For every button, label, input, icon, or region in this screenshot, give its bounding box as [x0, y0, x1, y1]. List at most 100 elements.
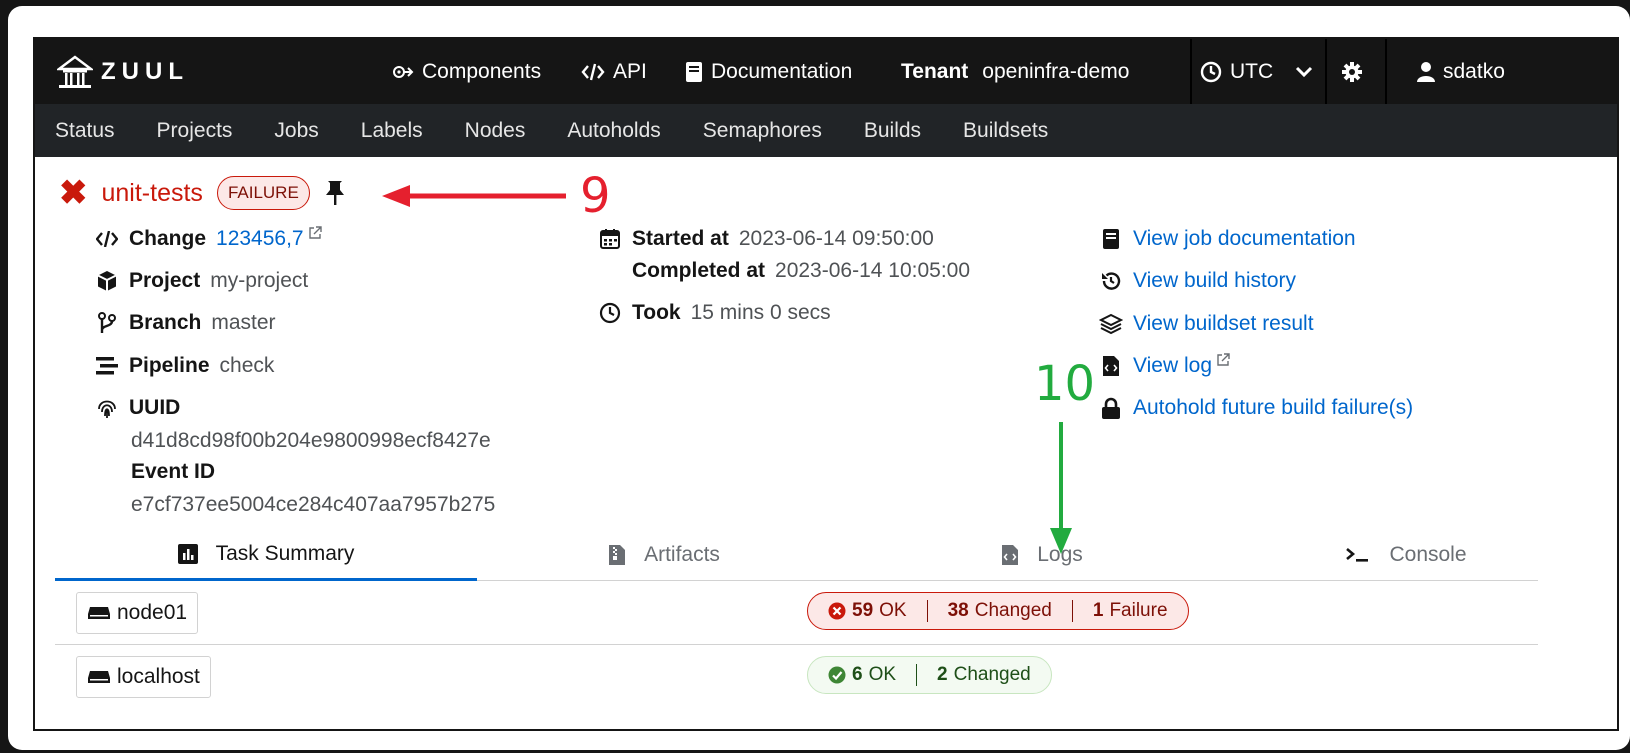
pipeline-label: Pipeline — [129, 354, 210, 377]
chevron-down-icon — [1296, 66, 1313, 77]
navbar-divider — [1385, 39, 1387, 104]
check-circle-icon — [828, 666, 846, 684]
external-link-icon[interactable] — [1216, 353, 1230, 367]
zuul-app: ZUUL Components API Documentation Tenant… — [33, 37, 1619, 731]
annotation-arrow-red — [382, 185, 566, 207]
pin-icon[interactable] — [324, 179, 346, 207]
localhost-task-counts: 6 OK 2 Changed — [807, 656, 1052, 694]
changed-number: 38 — [947, 600, 969, 621]
code-branch-icon — [95, 312, 119, 334]
documentation-label: Documentation — [711, 59, 853, 83]
file-code-icon — [1099, 355, 1123, 377]
completed-value: 2023-06-14 10:05:00 — [775, 259, 971, 282]
changed-number: 2 — [937, 664, 948, 685]
nav-nodes[interactable]: Nodes — [465, 119, 526, 143]
annotation-number-10: 10 — [1034, 356, 1096, 412]
ok-label: OK — [868, 664, 897, 685]
ok-number: 59 — [852, 600, 874, 621]
nav-buildsets[interactable]: Buildsets — [963, 119, 1048, 143]
ok-number: 6 — [852, 664, 863, 685]
host-name: node01 — [117, 601, 188, 624]
view-log-label[interactable]: View log — [1133, 354, 1212, 378]
result-badge: FAILURE — [216, 176, 310, 210]
pipeline-value: check — [219, 354, 275, 377]
navbar-divider — [1190, 39, 1192, 104]
view-buildset-label[interactable]: View buildset result — [1133, 312, 1314, 336]
tab-console-label: Console — [1389, 543, 1467, 566]
api-link[interactable]: API — [581, 39, 647, 104]
view-log-link[interactable]: View log — [1099, 353, 1230, 378]
change-label[interactable]: Change — [129, 227, 206, 251]
view-job-doc-label[interactable]: View job documentation — [1133, 227, 1356, 251]
user-menu[interactable]: sdatko — [1417, 39, 1505, 104]
hdd-icon — [88, 671, 110, 683]
build-title: ✖ unit-tests FAILURE — [59, 171, 346, 215]
job-name: unit-tests — [101, 178, 203, 207]
project-value: my-project — [210, 269, 309, 292]
tenant-link[interactable]: Tenant openinfra-demo — [901, 39, 1129, 104]
timezone-dropdown[interactable]: UTC — [1200, 39, 1313, 104]
event-label: Event ID — [131, 460, 216, 483]
api-label: API — [613, 59, 647, 83]
node01-task-counts: 59 OK 38 Changed 1 Failure — [807, 592, 1189, 630]
hdd-icon — [88, 607, 110, 619]
documentation-link[interactable]: Documentation — [685, 39, 852, 104]
branch-value: master — [211, 311, 276, 334]
ok-count: 59 OK — [808, 600, 927, 622]
gear-icon — [1342, 61, 1362, 82]
stream-icon — [95, 356, 119, 376]
zuul-logo[interactable]: ZUUL — [57, 55, 189, 89]
view-build-history-label[interactable]: View build history — [1133, 269, 1296, 293]
uuid-field: UUID — [95, 396, 180, 420]
history-icon — [1099, 270, 1123, 292]
view-build-history-link[interactable]: View build history — [1099, 269, 1296, 293]
uuid-value: d41d8cd98f00b204e9800998ecf8427e — [131, 429, 491, 452]
file-code-icon — [1002, 545, 1019, 565]
nav-builds[interactable]: Builds — [864, 119, 921, 143]
changed-label: Changed — [953, 664, 1031, 685]
pipeline-field: Pipeline check — [95, 354, 274, 378]
code-icon — [95, 231, 119, 247]
terminal-icon — [1346, 548, 1369, 562]
book-icon — [1099, 228, 1123, 250]
host-localhost[interactable]: localhost — [76, 656, 211, 698]
autohold-label[interactable]: Autohold future build failure(s) — [1133, 396, 1413, 420]
tab-logs[interactable]: Logs — [831, 529, 1253, 581]
change-link[interactable]: 123456,7 — [216, 227, 304, 251]
build-tabs: Task Summary Artifacts Logs Console — [55, 529, 1538, 581]
view-job-doc-link[interactable]: View job documentation — [1099, 227, 1356, 251]
row-divider — [55, 644, 1538, 645]
clock-icon — [1200, 61, 1222, 82]
layer-group-icon — [1099, 313, 1123, 335]
timezone-label: UTC — [1230, 59, 1274, 83]
components-link[interactable]: Components — [390, 39, 541, 104]
cogs-icon — [393, 65, 414, 78]
tab-task-summary-label: Task Summary — [215, 541, 355, 565]
nav-status[interactable]: Status — [55, 119, 115, 143]
nav-autoholds[interactable]: Autoholds — [567, 119, 660, 143]
started-field: Started at 2023-06-14 09:50:00 — [598, 227, 934, 251]
nav-labels[interactable]: Labels — [361, 119, 423, 143]
uuid-label: UUID — [129, 396, 181, 419]
tab-artifacts[interactable]: Artifacts — [453, 529, 875, 581]
failure-label: Failure — [1109, 600, 1168, 621]
nav-projects[interactable]: Projects — [157, 119, 233, 143]
user-icon — [1417, 61, 1435, 82]
code-icon — [581, 63, 605, 80]
tab-task-summary[interactable]: Task Summary — [55, 529, 477, 581]
calendar-icon — [598, 228, 622, 250]
annotation-arrow-green — [1050, 422, 1072, 554]
autohold-link[interactable]: Autohold future build failure(s) — [1099, 396, 1413, 420]
completed-label: Completed at — [632, 259, 766, 282]
tenant-label: Tenant — [901, 59, 969, 83]
user-name: sdatko — [1443, 59, 1505, 83]
nav-jobs[interactable]: Jobs — [274, 119, 318, 143]
host-node01[interactable]: node01 — [76, 592, 199, 634]
chart-bar-icon — [177, 543, 198, 564]
changed-label: Changed — [974, 600, 1052, 621]
external-link-icon[interactable] — [308, 226, 322, 240]
view-buildset-link[interactable]: View buildset result — [1099, 312, 1314, 336]
nav-semaphores[interactable]: Semaphores — [703, 119, 822, 143]
tab-console[interactable]: Console — [1195, 529, 1617, 581]
settings-button[interactable] — [1341, 39, 1363, 104]
